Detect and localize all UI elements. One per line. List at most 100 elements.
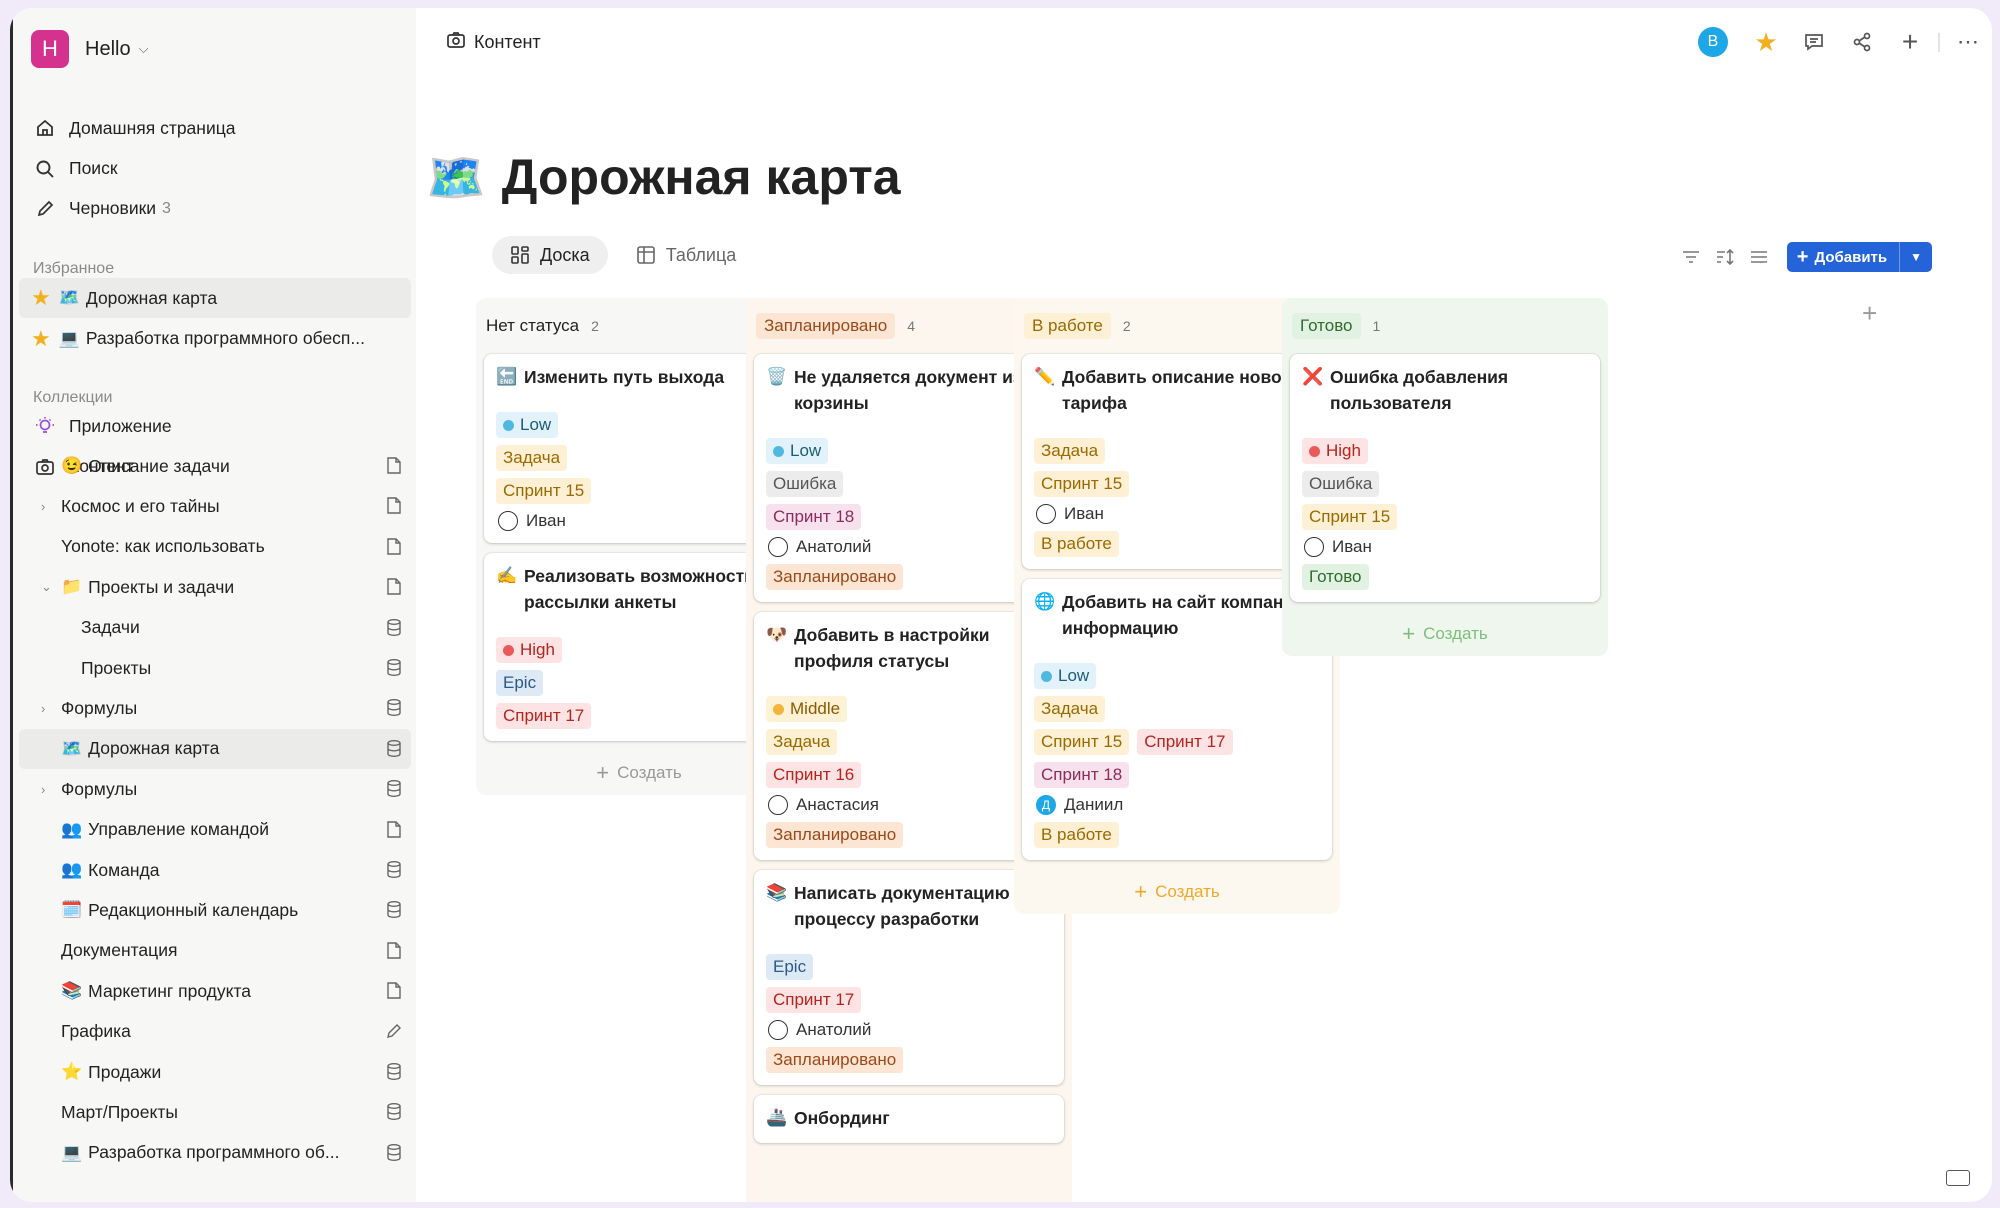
document-icon: [387, 497, 401, 515]
chevron-right-icon[interactable]: ›: [41, 782, 45, 797]
tree-item[interactable]: › Формулы: [19, 688, 411, 728]
card-properties: High Ошибка Спринт 15 Иван Готово: [1302, 438, 1588, 590]
tree-item-label: Задачи: [81, 617, 140, 638]
tag-badge: Спринт 17: [1137, 729, 1233, 755]
chevron-right-icon[interactable]: ›: [41, 499, 45, 514]
tag-label: Спринт 18: [773, 507, 855, 526]
tree-item[interactable]: 😉 Описание задачи: [19, 446, 411, 486]
tree-item[interactable]: Март/Проекты: [19, 1092, 411, 1132]
add-icon[interactable]: +: [1886, 24, 1934, 60]
tree-item[interactable]: 🗓️ Редакционный календарь: [19, 890, 411, 930]
tree-item[interactable]: 💻 Разработка программного об...: [19, 1133, 411, 1173]
tree-item-label: Графика: [61, 1021, 131, 1042]
board-icon: [511, 246, 529, 264]
assignee-name: Анатолий: [796, 1020, 872, 1039]
sidebar-nav: Домашняя страница Поиск Черновики 3: [31, 108, 405, 229]
nav-drafts[interactable]: Черновики 3: [31, 189, 405, 229]
star-icon: ★: [31, 325, 51, 351]
workspace-switcher[interactable]: H Hello ⌵: [31, 30, 148, 68]
emoji-icon: 👥: [61, 819, 83, 839]
tag-label: В работе: [1041, 534, 1112, 553]
tab-table[interactable]: Таблица: [618, 236, 755, 274]
tag-label: High: [520, 640, 555, 659]
tab-board[interactable]: Доска: [492, 236, 608, 274]
tree-item-label: Космос и его тайны: [61, 496, 220, 517]
share-icon[interactable]: [1838, 24, 1886, 60]
star-icon: ★: [31, 285, 51, 311]
tag-badge: Epic: [496, 670, 544, 696]
assignee-name: Даниил: [1064, 795, 1124, 814]
card-properties: Epic Спринт 17 Анатолий Запланировано: [766, 954, 1052, 1073]
document-icon: [387, 982, 401, 999]
card-emoji-icon: 📚: [766, 883, 788, 902]
sort-icon[interactable]: [1713, 245, 1737, 269]
document-icon: [387, 941, 401, 959]
lightbulb-icon: [31, 416, 59, 436]
tree-item[interactable]: Документация: [19, 931, 411, 971]
tag-label: Low: [520, 415, 552, 434]
tree-item[interactable]: 🗺️ Дорожная карта: [19, 728, 411, 770]
tag-label: High: [1326, 441, 1361, 460]
favorite-software-dev[interactable]: ★ 💻 Разработка программного обесп...: [19, 318, 411, 358]
create-card-button[interactable]: + Создать: [1290, 612, 1600, 656]
chevron-right-icon[interactable]: ›: [41, 701, 45, 716]
document-icon: [387, 820, 401, 838]
assignee-name: Иван: [526, 511, 566, 530]
collections-heading: Коллекции: [33, 389, 113, 406]
tag-label: Ошибка: [773, 474, 837, 493]
board-card[interactable]: 🚢 Онбординг: [754, 1095, 1064, 1143]
map-emoji-icon: 🗺️: [426, 151, 486, 205]
chevron-down-icon[interactable]: ▼: [1900, 250, 1932, 264]
tag-badge: Low: [496, 412, 559, 438]
laptop-emoji-icon: 💻: [58, 328, 80, 348]
property-row: Спринт 15: [1302, 504, 1398, 530]
collection-app[interactable]: Приложение: [19, 406, 411, 446]
user-avatar[interactable]: В: [1698, 27, 1728, 57]
card-title: Реализовать возможность рассылки анкеты: [524, 566, 755, 612]
tree-item[interactable]: ⌄ 📁 Проекты и задачи: [19, 567, 411, 607]
chevron-down-icon[interactable]: ⌄: [41, 579, 52, 595]
properties-icon[interactable]: [1747, 245, 1771, 269]
database-icon: [387, 901, 401, 919]
favorite-roadmap[interactable]: ★ 🗺️ Дорожная карта: [19, 278, 411, 319]
database-icon: [387, 739, 401, 757]
board-card[interactable]: ❌ Ошибка добавления пользователя High Ошибк…: [1290, 354, 1600, 602]
tree-item-label: Проекты и задачи: [88, 576, 235, 597]
add-column-icon[interactable]: +: [1862, 298, 1877, 329]
tree-item[interactable]: ⭐ Продажи: [19, 1052, 411, 1092]
comment-icon[interactable]: [1790, 24, 1838, 60]
tree-item[interactable]: 📚 Маркетинг продукта: [19, 971, 411, 1011]
card-properties: Low Задача Спринт 15 Иван: [496, 412, 782, 531]
star-icon[interactable]: ★: [1742, 24, 1790, 60]
card-emoji-icon: 🔚: [496, 367, 518, 386]
tree-item[interactable]: 👥 Управление командой: [19, 810, 411, 850]
nav-search[interactable]: Поиск: [31, 148, 405, 188]
keyboard-icon[interactable]: [1946, 1170, 1970, 1186]
tree-item[interactable]: Yonote: как использовать: [19, 527, 411, 567]
emoji-icon: 👥: [61, 860, 83, 880]
tree-item[interactable]: 👥 Команда: [19, 850, 411, 890]
more-icon[interactable]: ⋯: [1944, 24, 1992, 60]
tag-label: Задача: [1041, 441, 1099, 460]
tree-item[interactable]: › Космос и его тайны: [19, 486, 411, 526]
nav-home[interactable]: Домашняя страница: [31, 108, 405, 148]
tag-label: Спринт 15: [1041, 474, 1123, 493]
column-header[interactable]: Готово 1: [1290, 298, 1600, 354]
map-emoji-icon: 🗺️: [58, 288, 80, 308]
filter-icon[interactable]: [1679, 245, 1703, 269]
tree-item[interactable]: › Формулы: [19, 769, 411, 809]
tag-badge: Low: [1034, 663, 1097, 689]
tree-item[interactable]: Проекты: [19, 648, 411, 688]
property-row: Задача: [496, 445, 568, 471]
property-row: Low: [496, 412, 559, 438]
breadcrumb[interactable]: Контент: [446, 30, 541, 55]
tag-badge: Запланировано: [766, 822, 904, 848]
property-row: Спринт 18: [1034, 762, 1130, 788]
breadcrumb-label: Контент: [474, 32, 541, 52]
create-card-button[interactable]: + Создать: [1022, 870, 1332, 914]
add-button[interactable]: + Добавить ▼: [1786, 242, 1932, 272]
card-title: Онбординг: [794, 1108, 890, 1128]
tree-item[interactable]: Графика: [19, 1011, 411, 1051]
page-title[interactable]: Дорожная карта: [502, 148, 901, 206]
tree-item[interactable]: Задачи: [19, 608, 411, 648]
